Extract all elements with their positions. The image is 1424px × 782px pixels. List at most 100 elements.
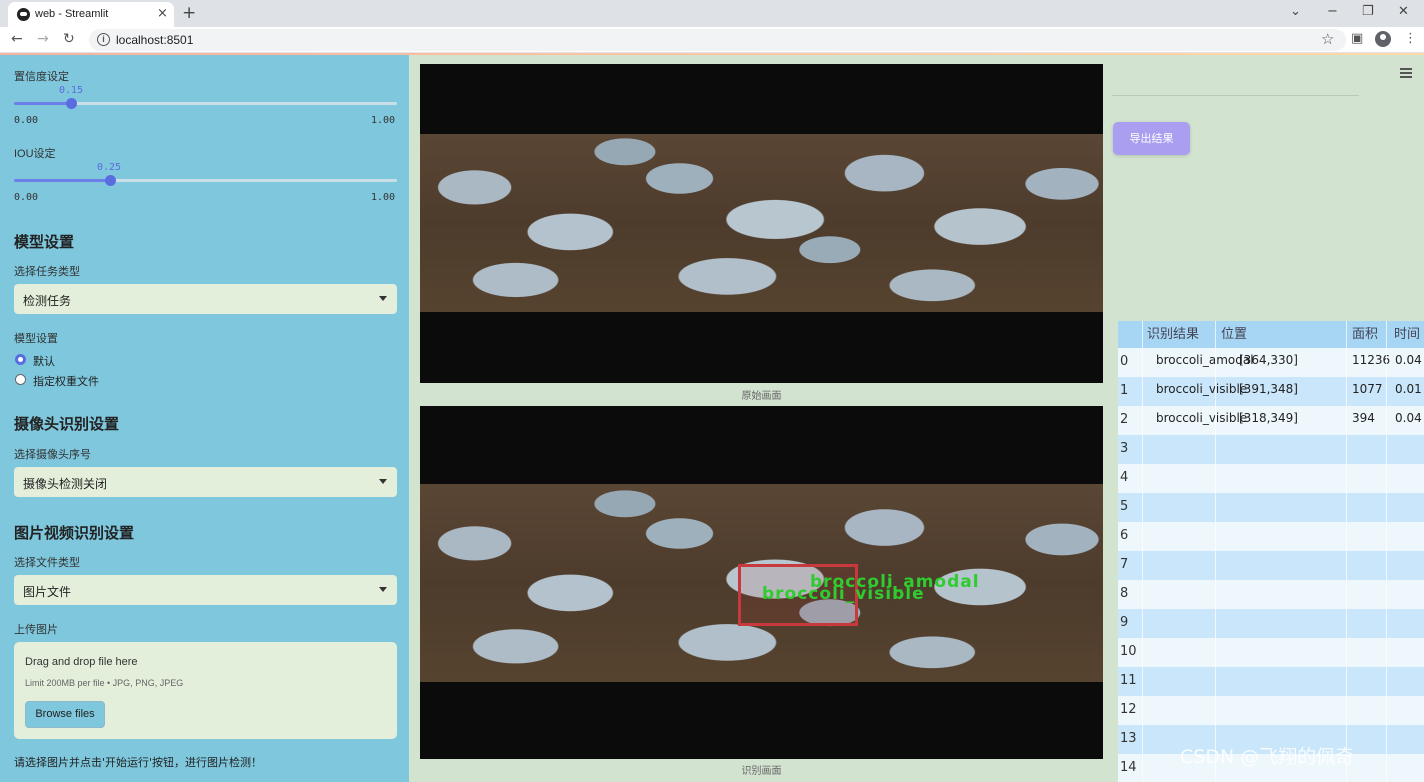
- caret-down-icon: [379, 296, 387, 301]
- table-row[interactable]: 8: [1118, 580, 1424, 609]
- row-index: 14: [1120, 760, 1137, 775]
- iou-slider-thumb[interactable]: [104, 175, 116, 186]
- row-index: 11: [1120, 673, 1137, 688]
- filetype-select[interactable]: 图片文件: [14, 575, 397, 605]
- export-results-button[interactable]: 导出结果: [1113, 122, 1190, 155]
- table-row[interactable]: 1 broccoli_visible [391,348] 1077 0.01: [1118, 377, 1424, 406]
- filetype-select-value: 图片文件: [23, 585, 72, 599]
- result-image: broccoli_amodal broccoli_visible: [420, 406, 1103, 759]
- table-row[interactable]: 11: [1118, 667, 1424, 696]
- original-photo: [420, 134, 1103, 312]
- cell-position: [364,330]: [1239, 353, 1298, 367]
- iou-min: 0.00: [14, 192, 39, 203]
- table-row[interactable]: 5: [1118, 493, 1424, 522]
- iou-slider-fill: [14, 179, 110, 182]
- url-text: localhost:8501: [116, 33, 194, 47]
- cell-position: [318,349]: [1239, 411, 1298, 425]
- window-close-icon[interactable]: ✕: [1398, 4, 1409, 19]
- row-index: 12: [1120, 702, 1137, 717]
- site-info-icon[interactable]: i: [97, 33, 110, 46]
- confidence-max: 1.00: [371, 115, 396, 126]
- task-select-value: 检测任务: [23, 294, 72, 308]
- bookmark-star-icon[interactable]: ☆: [1321, 30, 1334, 48]
- browser-tabbar: web - Streamlit × + ⌄ − ❐ ✕: [0, 0, 1424, 27]
- cell-position: [391,348]: [1239, 382, 1298, 396]
- cell-area: 394: [1352, 411, 1375, 425]
- row-index: 7: [1120, 557, 1129, 572]
- caret-down-icon: [379, 479, 387, 484]
- original-caption: 原始画面: [741, 391, 782, 402]
- minimize-icon[interactable]: −: [1327, 4, 1338, 19]
- iou-label: IOU设定: [14, 148, 56, 160]
- row-index: 9: [1120, 615, 1129, 630]
- table-row[interactable]: 9: [1118, 609, 1424, 638]
- streamlit-favicon-icon: [17, 8, 30, 21]
- cell-result: broccoli_visible: [1156, 382, 1248, 396]
- col-header-time[interactable]: 时间: [1394, 321, 1420, 348]
- camera-select-value: 摄像头检测关闭: [23, 477, 108, 491]
- new-tab-icon[interactable]: +: [182, 3, 196, 23]
- hamburger-menu-icon[interactable]: [1400, 68, 1412, 80]
- cell-area: 11236: [1352, 353, 1391, 367]
- reload-icon[interactable]: ↻: [63, 31, 75, 47]
- cell-result: broccoli_visible: [1156, 411, 1248, 425]
- tab-search-icon[interactable]: ⌄: [1290, 4, 1301, 19]
- back-icon[interactable]: ←: [11, 31, 23, 47]
- table-row[interactable]: 3: [1118, 435, 1424, 464]
- iou-slider[interactable]: [14, 175, 397, 186]
- main-area: 原始画面 broccoli_amodal broccoli_visible 识别…: [409, 55, 1424, 782]
- table-row[interactable]: 6: [1118, 522, 1424, 551]
- camera-heading: 摄像头识别设置: [14, 415, 120, 433]
- file-uploader[interactable]: Drag and drop file here Limit 200MB per …: [14, 642, 397, 739]
- omnibox[interactable]: i localhost:8501 ☆: [89, 29, 1346, 51]
- confidence-slider-thumb[interactable]: [66, 98, 78, 109]
- table-row[interactable]: 4: [1118, 464, 1424, 493]
- confidence-slider[interactable]: [14, 98, 397, 109]
- column-divider: [1215, 321, 1216, 782]
- row-index: 6: [1120, 528, 1129, 543]
- upload-title: Drag and drop file here: [25, 656, 138, 668]
- caret-down-icon: [379, 587, 387, 592]
- row-index: 13: [1120, 731, 1137, 746]
- cell-time: 0.04: [1395, 411, 1422, 425]
- row-index: 10: [1120, 644, 1137, 659]
- row-index: 5: [1120, 499, 1129, 514]
- cell-time: 0.04: [1395, 353, 1422, 367]
- restore-icon[interactable]: ❐: [1362, 4, 1374, 19]
- model-label: 模型设置: [14, 333, 58, 345]
- table-row[interactable]: 7: [1118, 551, 1424, 580]
- browse-files-button[interactable]: Browse files: [25, 701, 105, 728]
- iou-value: 0.25: [97, 162, 122, 173]
- camera-select[interactable]: 摄像头检测关闭: [14, 467, 397, 497]
- sidebar: 置信度设定 0.15 0.00 1.00 IOU设定 0.25 0.00 1.0…: [0, 55, 409, 782]
- row-index: 3: [1120, 441, 1129, 456]
- tab-close-icon[interactable]: ×: [157, 6, 168, 22]
- radio-custom-weights-label: 指定权重文件: [33, 375, 99, 388]
- table-row[interactable]: 12: [1118, 696, 1424, 725]
- sidepanel-icon[interactable]: ▣: [1351, 31, 1363, 46]
- forward-icon[interactable]: →: [37, 31, 49, 47]
- upload-hint: 请选择图片并点击'开始运行'按钮，进行图片检测！: [14, 756, 263, 769]
- table-row[interactable]: 0 broccoli_amodal [364,330] 11236 0.04: [1118, 348, 1424, 377]
- task-select[interactable]: 检测任务: [14, 284, 397, 314]
- more-menu-icon[interactable]: ⋮: [1404, 31, 1417, 46]
- result-caption: 识别画面: [741, 766, 782, 777]
- table-row[interactable]: 10: [1118, 638, 1424, 667]
- camera-label: 选择摄像头序号: [14, 449, 91, 461]
- detection-label-visible: broccoli_visible: [762, 584, 925, 604]
- profile-icon[interactable]: [1375, 31, 1391, 47]
- radio-default[interactable]: [15, 354, 26, 365]
- address-bar: ← → ↻ i localhost:8501 ☆ ▣ ⋮: [0, 27, 1424, 53]
- table-row[interactable]: 2 broccoli_visible [318,349] 394 0.04: [1118, 406, 1424, 435]
- col-header-position[interactable]: 位置: [1221, 321, 1247, 348]
- radio-default-label: 默认: [33, 355, 55, 368]
- row-index: 0: [1120, 354, 1129, 369]
- col-header-area[interactable]: 面积: [1352, 321, 1378, 348]
- col-header-result[interactable]: 识别结果: [1147, 321, 1199, 348]
- column-divider: [1142, 321, 1143, 782]
- original-image: [420, 64, 1103, 383]
- radio-custom-weights[interactable]: [15, 374, 26, 385]
- browser-tab[interactable]: web - Streamlit ×: [8, 2, 174, 27]
- tab-title: web - Streamlit: [35, 8, 109, 20]
- model-heading: 模型设置: [14, 233, 75, 251]
